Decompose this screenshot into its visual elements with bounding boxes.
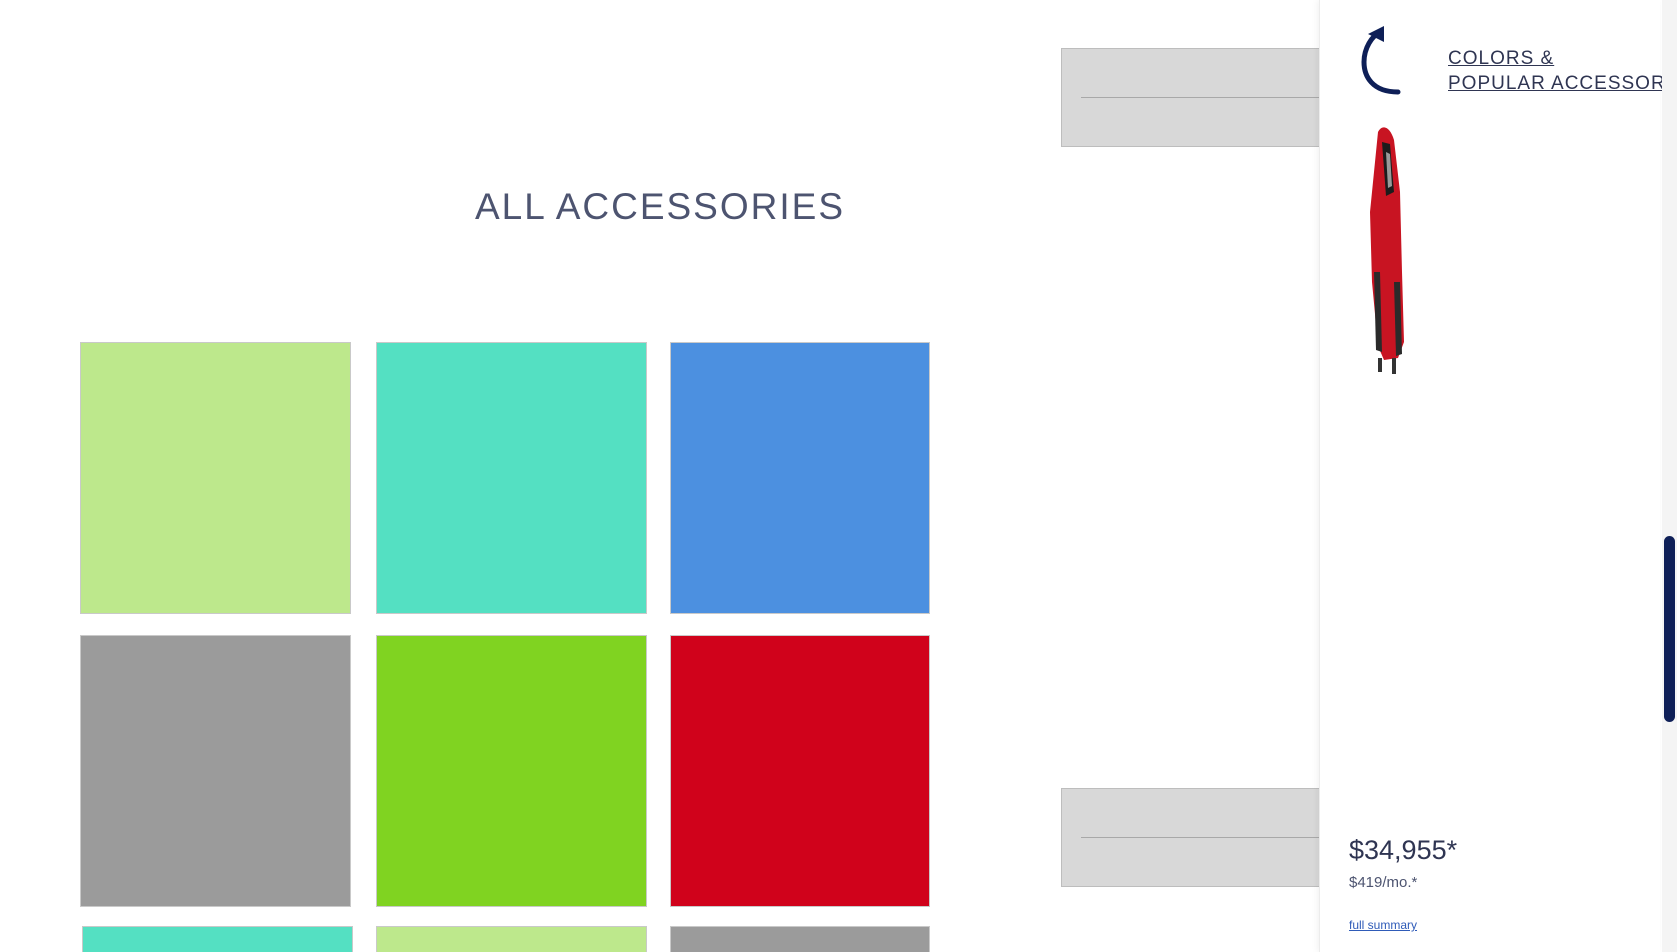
scrollbar-thumb[interactable] bbox=[1664, 536, 1675, 722]
accessory-tile[interactable] bbox=[376, 342, 647, 614]
accessory-tile[interactable] bbox=[80, 635, 351, 907]
full-summary-link[interactable]: full summary bbox=[1349, 918, 1417, 932]
accessory-tile[interactable] bbox=[80, 342, 351, 614]
main-content: ALL ACCESSORIES bbox=[0, 0, 1323, 952]
red-car-thumbnail bbox=[1370, 127, 1404, 374]
divider bbox=[1081, 97, 1323, 98]
accessory-tile[interactable] bbox=[82, 926, 353, 952]
page: ALL ACCESSORIES COLORS & POPULAR ACCESSO… bbox=[0, 0, 1677, 952]
section-title: ALL ACCESSORIES bbox=[475, 186, 845, 227]
accessory-tile[interactable] bbox=[376, 635, 647, 907]
accessory-tile[interactable] bbox=[670, 635, 930, 907]
gray-panel-bottom bbox=[1061, 788, 1323, 887]
accessory-tile[interactable] bbox=[376, 926, 647, 952]
summary-sidebar: COLORS & POPULAR ACCESSORIES $34,955* $4… bbox=[1319, 0, 1677, 952]
accessory-tile[interactable] bbox=[670, 342, 930, 614]
scrollbar-track[interactable] bbox=[1662, 0, 1677, 952]
gray-panel-top bbox=[1061, 48, 1323, 147]
back-link[interactable]: COLORS & POPULAR ACCESSORIES bbox=[1448, 46, 1677, 96]
monthly-payment: $419/mo.* bbox=[1349, 874, 1418, 891]
back-link-line1[interactable]: COLORS & bbox=[1448, 48, 1554, 69]
accessory-tile[interactable] bbox=[670, 926, 930, 952]
back-link-line2[interactable]: POPULAR ACCESSORIES bbox=[1448, 73, 1677, 94]
back-navigation[interactable]: COLORS & POPULAR ACCESSORIES bbox=[1358, 26, 1677, 96]
divider bbox=[1081, 837, 1323, 838]
curved-back-arrow-icon[interactable] bbox=[1358, 26, 1402, 96]
vehicle-price: $34,955* bbox=[1349, 835, 1458, 865]
